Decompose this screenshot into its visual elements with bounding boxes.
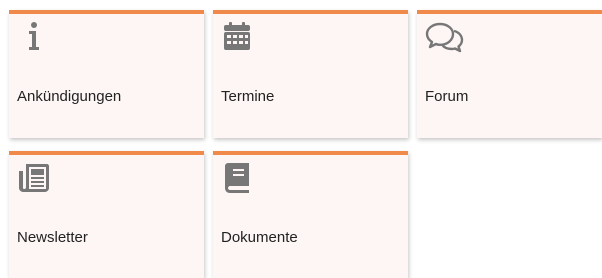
tile-termine[interactable]: Termine (213, 10, 408, 138)
tile-forum[interactable]: Forum (417, 10, 602, 138)
tile-label: Ankündigungen (17, 88, 122, 105)
newspaper-icon (19, 164, 49, 192)
tile-ankuendigungen[interactable]: Ankündigungen (9, 10, 204, 138)
tile-label: Forum (425, 88, 469, 105)
tile-label: Termine (221, 88, 275, 105)
book-icon (225, 163, 249, 193)
tile-dokumente[interactable]: Dokumente (213, 151, 408, 278)
calendar-icon (224, 22, 250, 50)
tile-label: Dokumente (221, 229, 298, 246)
info-icon (29, 22, 39, 50)
tile-newsletter[interactable]: Newsletter (9, 151, 204, 278)
chat-bubbles-icon (425, 22, 464, 53)
tile-label: Newsletter (17, 229, 88, 246)
